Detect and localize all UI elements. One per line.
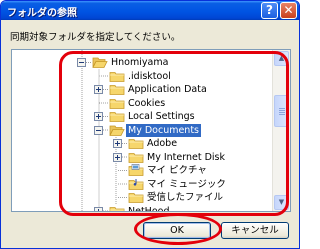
ok-button-highlight-annotation [134, 213, 222, 245]
instruction-text: 同期対象フォルダを指定してください。 [10, 32, 181, 43]
tree-highlight-annotation [59, 51, 289, 216]
folder-browse-dialog: フォルダの参照 ? ✕ 同期対象フォルダを指定してください。 Hnomiyama… [0, 0, 300, 249]
help-button[interactable]: ? [261, 2, 278, 19]
close-button[interactable]: ✕ [280, 2, 297, 19]
cancel-button[interactable]: キャンセル [221, 222, 289, 239]
window-title: フォルダの参照 [7, 8, 77, 19]
title-bar[interactable]: フォルダの参照 ? ✕ [1, 1, 299, 20]
